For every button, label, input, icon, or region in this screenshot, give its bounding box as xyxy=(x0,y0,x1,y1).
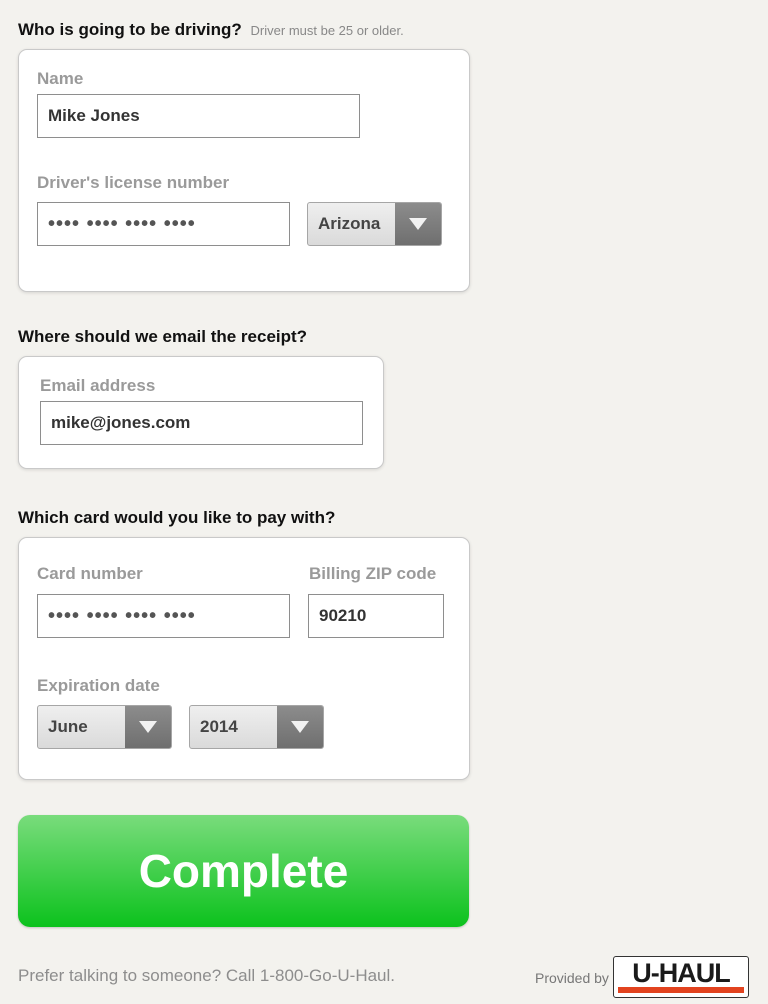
payment-card: Card number •••• •••• •••• •••• Billing … xyxy=(18,537,470,780)
expiration-year-value: 2014 xyxy=(200,717,238,736)
expiration-year-select[interactable]: 2014 xyxy=(189,705,324,749)
month-dropdown-button[interactable] xyxy=(125,706,171,748)
year-dropdown-button[interactable] xyxy=(277,706,323,748)
provided-by-label: Provided by xyxy=(535,970,609,986)
chevron-down-icon xyxy=(409,218,427,230)
payment-section-heading: Which card would you like to pay with? xyxy=(18,508,336,527)
expiration-label: Expiration date xyxy=(37,676,160,695)
card-number-label: Card number xyxy=(37,564,143,583)
uhaul-logo-stripe xyxy=(618,987,744,993)
card-number-input[interactable]: •••• •••• •••• •••• xyxy=(37,594,290,638)
name-label: Name xyxy=(37,69,84,88)
driver-age-note: Driver must be 25 or older. xyxy=(250,23,404,38)
expiration-month-value: June xyxy=(48,717,88,736)
expiration-month-select[interactable]: June xyxy=(37,705,172,749)
email-label: Email address xyxy=(40,376,156,395)
zip-input[interactable]: 90210 xyxy=(308,594,444,638)
chevron-down-icon xyxy=(139,721,157,733)
email-input[interactable]: mike@jones.com xyxy=(40,401,363,445)
uhaul-logo-text: U-HAUL xyxy=(632,958,730,988)
uhaul-logo: U-HAUL xyxy=(613,956,749,998)
driver-heading-text: Who is going to be driving? xyxy=(18,20,242,39)
driver-section-heading: Who is going to be driving? Driver must … xyxy=(18,20,404,40)
chevron-down-icon xyxy=(291,721,309,733)
name-input[interactable]: Mike Jones xyxy=(37,94,360,138)
complete-button[interactable]: Complete xyxy=(18,815,469,927)
email-section-heading: Where should we email the receipt? xyxy=(18,327,308,346)
state-select-value: Arizona xyxy=(318,214,381,233)
license-input[interactable]: •••• •••• •••• •••• xyxy=(37,202,290,246)
zip-label: Billing ZIP code xyxy=(309,564,437,583)
email-card: Email address mike@jones.com xyxy=(18,356,384,469)
state-dropdown-button[interactable] xyxy=(395,203,441,245)
driver-card: Name Mike Jones Driver's license number … xyxy=(18,49,470,292)
state-select[interactable]: Arizona xyxy=(307,202,442,246)
call-prompt-text: Prefer talking to someone? Call 1-800-Go… xyxy=(18,966,396,985)
license-label: Driver's license number xyxy=(37,173,230,192)
